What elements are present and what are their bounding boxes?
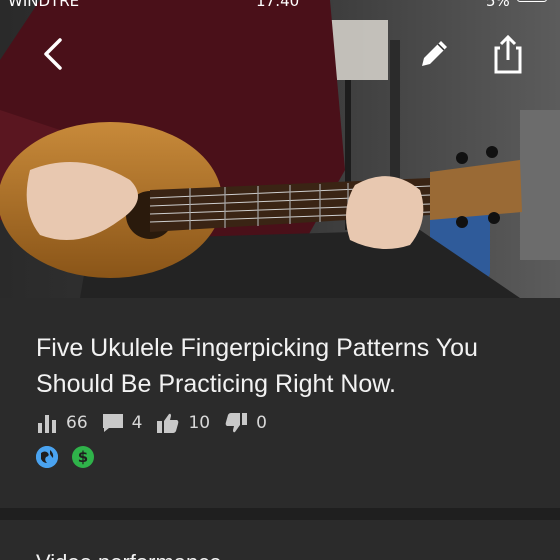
share-icon: [494, 34, 522, 74]
battery-icon: [517, 0, 547, 2]
ukulele-player-image: [0, 0, 560, 298]
carrier-label: WINDTRE: [8, 0, 80, 10]
share-button[interactable]: [488, 32, 528, 76]
edit-pencil-icon: [422, 41, 447, 66]
thumbs-down-icon: [225, 413, 248, 433]
comments-count: 4: [131, 413, 143, 433]
likes-stat[interactable]: 10: [156, 412, 210, 434]
thumbs-up-icon: [157, 413, 179, 433]
status-time: 17:40: [256, 0, 300, 10]
views-bar-chart-icon: [38, 415, 56, 433]
back-button[interactable]: [34, 34, 74, 74]
video-badges: $: [36, 446, 108, 468]
edit-button[interactable]: [414, 34, 454, 74]
views-count: 66: [66, 413, 88, 433]
dollar-icon: $: [72, 446, 94, 468]
performance-heading: Video performance: [36, 550, 222, 560]
comments-stat[interactable]: 4: [102, 413, 143, 433]
battery-percentage: 5%: [486, 0, 510, 10]
section-divider: [0, 508, 560, 520]
video-stats: 66 4 10 0: [36, 410, 281, 436]
dislikes-count: 0: [256, 413, 267, 433]
likes-count: 10: [188, 413, 211, 433]
globe-icon: [36, 446, 58, 468]
status-bar: WINDTRE 17:40 5%: [0, 0, 560, 12]
comment-icon: [102, 414, 123, 432]
video-title: Five Ukulele Fingerpicking Patterns You …: [36, 334, 478, 398]
views-stat: 66: [36, 413, 88, 433]
video-thumbnail[interactable]: WINDTRE 17:40 5%: [0, 0, 560, 298]
back-arrow-icon: [44, 38, 62, 70]
video-performance-section: Video performance: [0, 520, 560, 560]
dislikes-stat[interactable]: 0: [224, 412, 267, 434]
